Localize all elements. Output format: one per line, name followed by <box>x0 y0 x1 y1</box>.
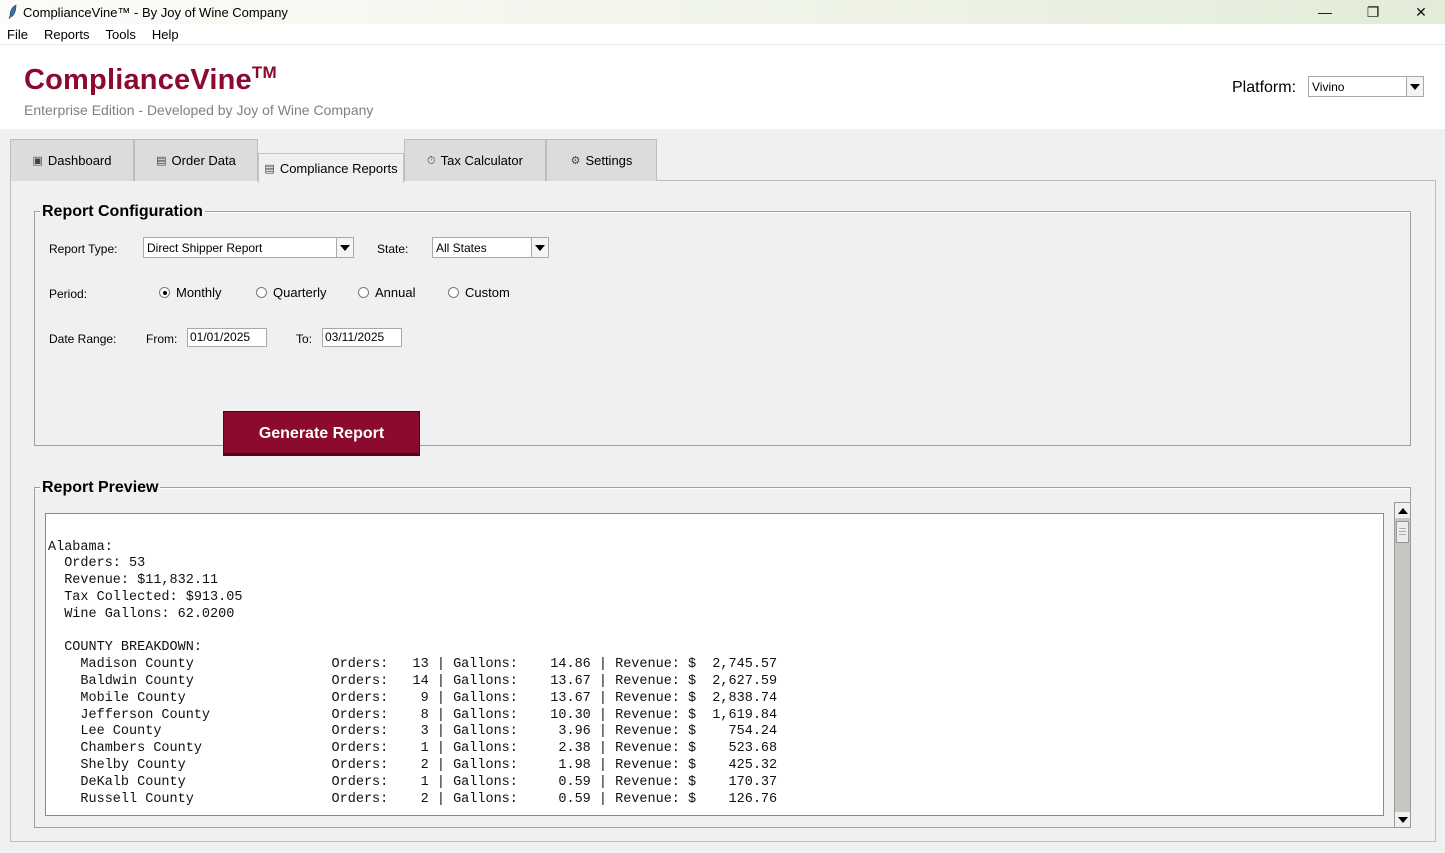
tab-settings[interactable]: ⚙ Settings <box>546 139 657 181</box>
platform-select[interactable]: Vivino <box>1308 76 1424 97</box>
settings-gear-icon: ⚙ <box>570 154 581 167</box>
report-preview-content: ----------------------------------------… <box>48 513 778 807</box>
report-type-label: Report Type: <box>49 242 118 256</box>
dashboard-icon: ▣ <box>32 154 43 167</box>
tab-dashboard[interactable]: ▣ Dashboard <box>10 139 134 181</box>
scroll-up-arrow-icon[interactable] <box>1395 503 1410 518</box>
tab-label: Compliance Reports <box>279 161 398 176</box>
menu-tools[interactable]: Tools <box>97 24 143 45</box>
radio-label: Annual <box>375 285 416 300</box>
tab-tax-calculator[interactable]: ⏱ Tax Calculator <box>404 139 546 181</box>
tab-label: Tax Calculator <box>440 153 523 168</box>
tab-label: Order Data <box>171 153 236 168</box>
title-bar: ComplianceVine™ - By Joy of Wine Company… <box>0 0 1445 24</box>
radio-unchecked-icon <box>256 287 267 298</box>
period-radio-quarterly[interactable]: Quarterly <box>256 285 326 300</box>
radio-unchecked-icon <box>448 287 459 298</box>
brand-trademark: TM <box>251 63 277 82</box>
state-select-value: All States <box>436 240 487 255</box>
feather-app-icon <box>4 2 22 22</box>
radio-label: Quarterly <box>273 285 327 300</box>
tab-compliance-reports[interactable]: ▤ Compliance Reports <box>258 153 404 183</box>
period-radio-annual[interactable]: Annual <box>358 285 415 300</box>
menu-file[interactable]: File <box>0 24 36 45</box>
period-radio-custom[interactable]: Custom <box>448 285 510 300</box>
tab-order-data[interactable]: ▤ Order Data <box>134 139 258 181</box>
preview-scrollbar[interactable] <box>1394 502 1411 828</box>
chevron-down-icon[interactable] <box>336 238 353 257</box>
tax-calculator-icon: ⏱ <box>427 153 436 167</box>
compliance-reports-icon: ▤ <box>264 162 275 175</box>
tab-label: Dashboard <box>47 153 112 168</box>
radio-label: Custom <box>465 285 510 300</box>
radio-checked-icon <box>159 287 170 298</box>
to-date-input[interactable]: 03/11/2025 <box>322 328 402 347</box>
generate-report-button[interactable]: Generate Report <box>223 411 420 456</box>
app-header: ComplianceVineTM Enterprise Edition - De… <box>0 45 1445 129</box>
period-label: Period: <box>49 287 88 301</box>
scrollbar-thumb[interactable] <box>1396 521 1409 543</box>
report-configuration-group: Report Configuration Report Type: Direct… <box>34 203 1411 456</box>
scroll-down-arrow-icon[interactable] <box>1395 812 1410 827</box>
state-label: State: <box>377 242 409 256</box>
close-icon: ✕ <box>1415 3 1427 20</box>
platform-select-value: Vivino <box>1312 79 1345 94</box>
restore-button[interactable]: ❐ <box>1349 0 1397 24</box>
from-label: From: <box>146 332 178 346</box>
radio-label: Monthly <box>176 285 222 300</box>
restore-icon: ❐ <box>1366 3 1380 20</box>
brand-subtitle: Enterprise Edition - Developed by Joy of… <box>24 102 374 118</box>
date-range-label: Date Range: <box>49 332 117 346</box>
window-title: ComplianceVine™ - By Joy of Wine Company <box>23 4 288 20</box>
state-select[interactable]: All States <box>432 237 549 258</box>
to-label: To: <box>296 332 313 346</box>
tab-label: Settings <box>585 153 633 168</box>
platform-label: Platform: <box>1232 79 1297 96</box>
minimize-icon: — <box>1318 4 1332 20</box>
period-radio-monthly[interactable]: Monthly <box>159 285 222 300</box>
report-type-select-value: Direct Shipper Report <box>147 240 263 255</box>
order-data-icon: ▤ <box>156 154 167 167</box>
chevron-down-icon[interactable] <box>531 238 548 257</box>
report-type-select[interactable]: Direct Shipper Report <box>143 237 354 258</box>
minimize-button[interactable]: — <box>1301 0 1349 24</box>
menu-help[interactable]: Help <box>144 24 187 45</box>
from-date-input[interactable]: 01/01/2025 <box>187 328 267 347</box>
report-preview-title: Report Preview <box>40 479 161 497</box>
report-configuration-title: Report Configuration <box>40 203 205 221</box>
radio-unchecked-icon <box>358 287 369 298</box>
menu-reports[interactable]: Reports <box>36 24 98 45</box>
report-preview-textarea[interactable]: ----------------------------------------… <box>45 513 1384 816</box>
chevron-down-icon[interactable] <box>1406 77 1423 96</box>
close-button[interactable]: ✕ <box>1397 0 1445 24</box>
brand-title: ComplianceVineTM <box>24 63 277 96</box>
menu-bar: File Reports Tools Help <box>0 24 1445 45</box>
